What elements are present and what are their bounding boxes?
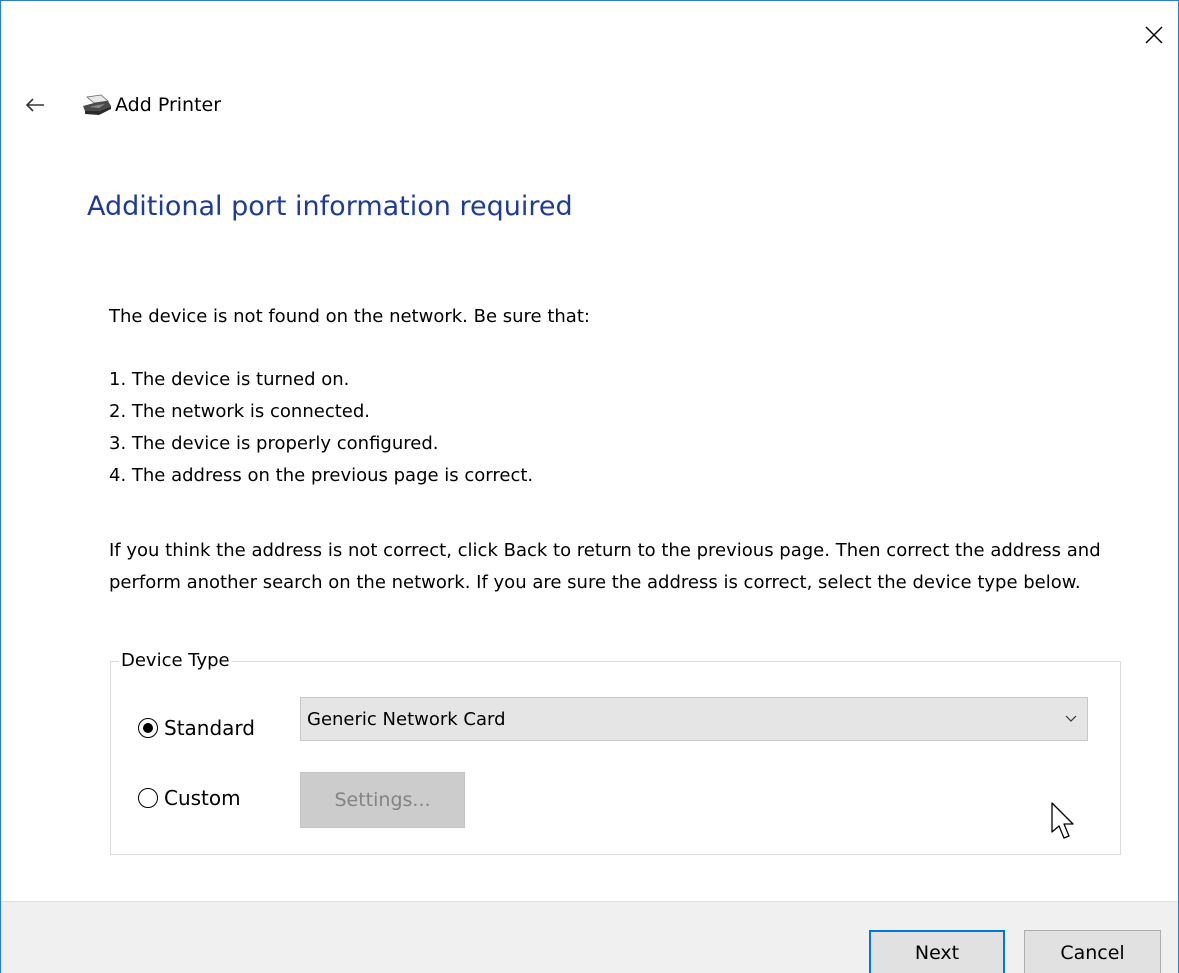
device-type-select[interactable]: Generic Network Card (300, 697, 1088, 741)
back-arrow-icon (25, 98, 44, 112)
checklist-item: 3. The device is properly configured. (109, 433, 439, 454)
page-heading: Additional port information required (87, 191, 573, 222)
checklist-item: 2. The network is connected. (109, 401, 370, 422)
printer-icon (81, 93, 113, 117)
cancel-button[interactable]: Cancel (1024, 930, 1161, 973)
add-printer-window: Add Printer Additional port information … (0, 0, 1179, 973)
checklist: 1. The device is turned on. 2. The netwo… (109, 364, 533, 492)
radio-checked-icon (138, 718, 158, 738)
chevron-down-icon (1055, 715, 1087, 723)
next-button[interactable]: Next (869, 930, 1005, 973)
checklist-item: 4. The address on the previous page is c… (109, 465, 534, 486)
device-type-select-value: Generic Network Card (307, 708, 506, 730)
radio-unchecked-icon (138, 788, 158, 808)
device-type-legend: Device Type (119, 648, 232, 674)
back-button[interactable] (23, 93, 47, 117)
wizard-header: Add Printer (23, 89, 221, 121)
custom-radio[interactable]: Custom (138, 786, 241, 810)
close-icon (1145, 26, 1163, 44)
standard-radio-label: Standard (164, 716, 255, 740)
standard-radio[interactable]: Standard (138, 716, 255, 740)
intro-text: The device is not found on the network. … (109, 306, 590, 327)
checklist-item: 1. The device is turned on. (109, 369, 350, 390)
device-type-groupbox: Device Type Standard Generic Network Car… (110, 648, 1121, 855)
window-title: Add Printer (115, 94, 222, 116)
close-button[interactable] (1130, 17, 1178, 53)
settings-button[interactable]: Settings... (300, 772, 465, 828)
custom-radio-label: Custom (164, 786, 241, 810)
mouse-pointer-icon (1051, 802, 1074, 839)
wizard-footer: Next Cancel (1, 901, 1178, 973)
advice-text: If you think the address is not correct,… (109, 540, 1101, 593)
